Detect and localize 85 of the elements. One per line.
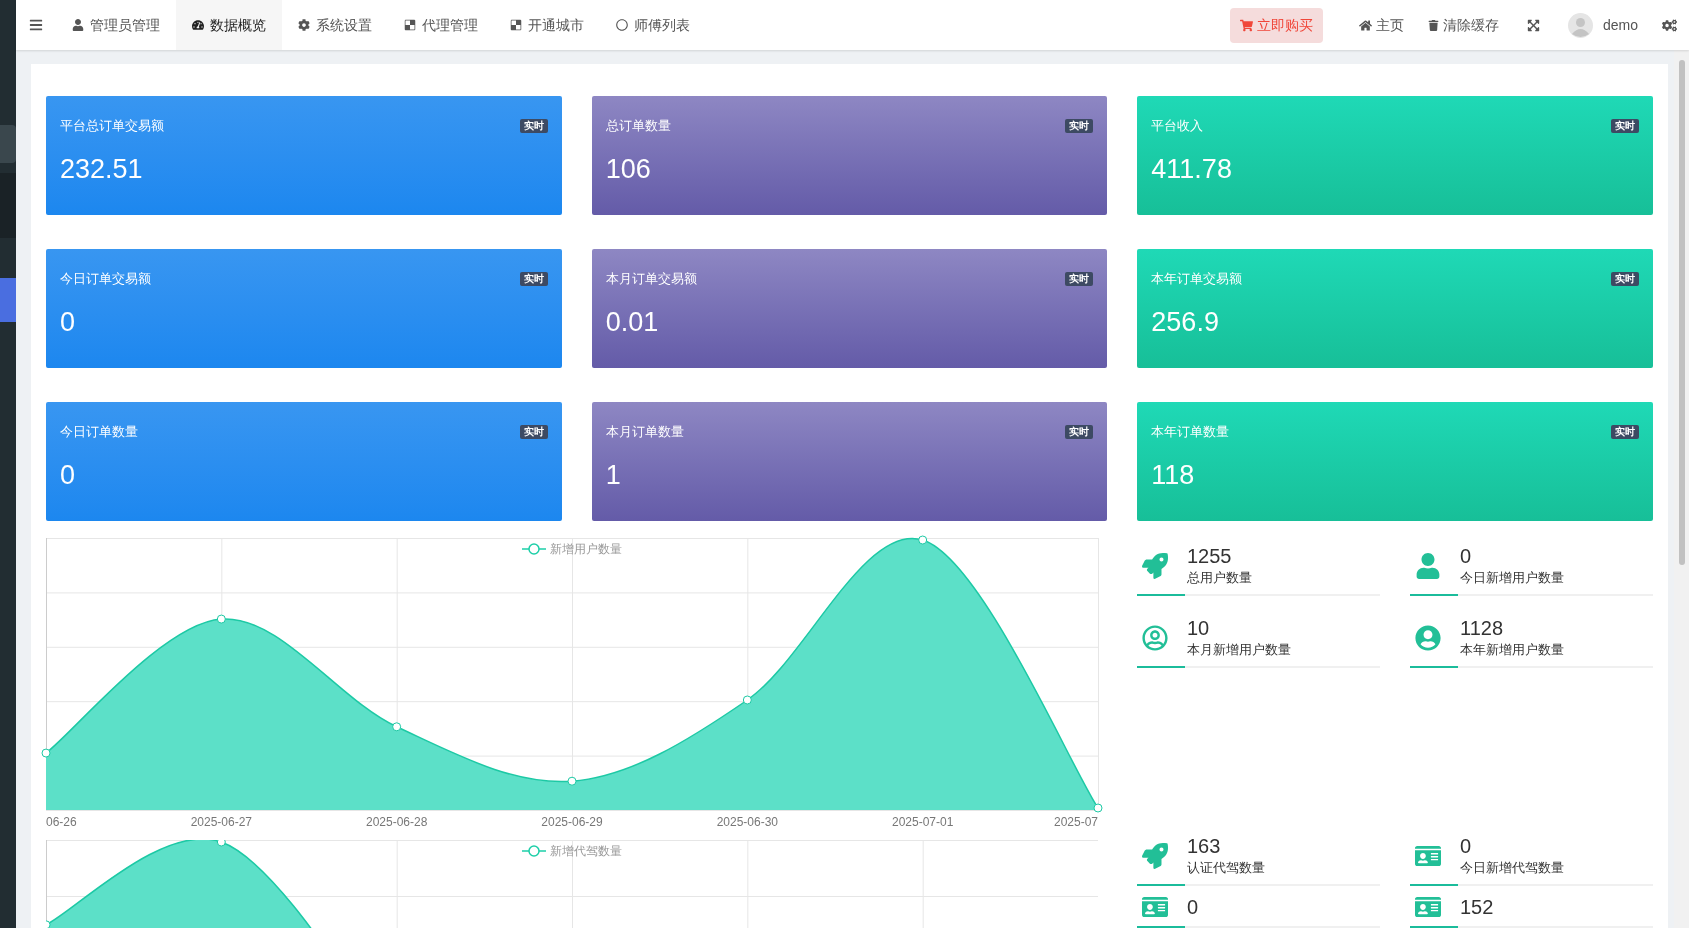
card-title: 平台收入 <box>1151 117 1204 135</box>
clear-cache-link[interactable]: 清除缓存 <box>1415 14 1511 36</box>
card-value: 0 <box>60 305 77 339</box>
live-badge: 实时 <box>1065 424 1094 439</box>
rocket-icon <box>1142 553 1168 579</box>
card-value: 411.78 <box>1151 152 1233 186</box>
stat-label: 今日新增用户数量 <box>1460 569 1564 587</box>
stat-label: 总用户数量 <box>1187 569 1252 587</box>
trash-icon <box>1427 19 1439 31</box>
live-badge: 实时 <box>1611 424 1639 439</box>
nav-tab[interactable]: 师傅列表 <box>600 0 706 50</box>
id-card-icon <box>1415 843 1441 869</box>
data-point <box>216 840 226 847</box>
data-point <box>41 748 51 758</box>
id-card-icon <box>1415 894 1441 920</box>
user-menu[interactable]: demo <box>1555 12 1650 38</box>
nav-tab[interactable]: 系统设置 <box>282 0 388 50</box>
card-title: 本月订单交易额 <box>605 270 697 288</box>
legend-label: 新增用户数量 <box>550 541 622 558</box>
card-value: 0.01 <box>605 305 660 339</box>
live-badge: 实时 <box>519 424 548 439</box>
stat-value: 152 <box>1460 895 1494 919</box>
stat-value: 1128 <box>1460 616 1504 640</box>
nav-tab[interactable]: 开通城市 <box>494 0 600 50</box>
nav-tab[interactable]: 数据概览 <box>176 0 282 50</box>
axis-label: 2025-07 <box>1053 815 1098 829</box>
card-title: 本年订单数量 <box>1151 423 1230 441</box>
user-icon <box>72 19 84 31</box>
cart-icon <box>1239 18 1253 32</box>
card-title: 今日订单交易额 <box>60 270 151 288</box>
data-point <box>918 535 928 545</box>
stat-label: 本年新增用户数量 <box>1460 641 1564 659</box>
live-badge: 实时 <box>1065 118 1094 133</box>
card-value: 232.51 <box>60 152 144 186</box>
fullscreen-icon <box>1526 18 1540 32</box>
legend-icon <box>522 543 546 555</box>
data-point <box>567 776 577 786</box>
axis-label: 2025-07-01 <box>891 815 954 829</box>
nav-tab[interactable]: 管理员管理 <box>56 0 176 50</box>
stat-value: 163 <box>1187 834 1222 858</box>
stat-label: 今日新增代驾数量 <box>1460 859 1564 877</box>
card-value: 106 <box>605 152 652 186</box>
id-card-icon <box>1142 894 1168 920</box>
legend-label: 新增代驾数量 <box>550 843 622 860</box>
axis-label: 2025-06-30 <box>716 815 779 829</box>
card-title: 今日订单数量 <box>60 423 138 441</box>
legend-icon <box>522 845 546 857</box>
live-badge: 实时 <box>519 118 548 133</box>
avatar-icon <box>1567 12 1593 38</box>
card-value: 256.9 <box>1151 305 1220 339</box>
home-link[interactable]: 主页 <box>1346 14 1416 36</box>
axis-label: 2025-06-29 <box>541 815 603 829</box>
card-title: 总订单数量 <box>605 117 671 135</box>
data-point <box>392 722 402 732</box>
card-title: 本月订单数量 <box>605 423 684 441</box>
menu-icon <box>29 18 43 32</box>
settings-icon <box>1662 17 1677 33</box>
stat-value: 1255 <box>1187 544 1233 568</box>
live-badge: 实时 <box>519 271 548 286</box>
stat-value: 10 <box>1187 616 1211 640</box>
card-title: 本年订单交易额 <box>1151 270 1243 288</box>
card-value: 1 <box>605 458 622 492</box>
card-value: 118 <box>1151 458 1196 492</box>
data-point <box>216 614 226 624</box>
user-icon <box>1415 553 1441 579</box>
axis-label: 2025-06-28 <box>365 815 428 829</box>
stat-value: 0 <box>1460 834 1473 858</box>
data-point <box>1093 803 1103 813</box>
card-title: 平台总订单交易额 <box>60 117 164 135</box>
axis-label: 06-26 <box>46 815 77 829</box>
live-badge: 实时 <box>1065 271 1094 286</box>
stat-value: 0 <box>1187 895 1199 919</box>
home-icon <box>1358 18 1372 32</box>
settings-icon <box>298 19 310 31</box>
dashboard-icon <box>192 19 204 31</box>
stat-label: 认证代驾数量 <box>1187 859 1265 877</box>
rocket-icon <box>1142 843 1168 869</box>
live-badge: 实时 <box>1611 118 1639 133</box>
card-value: 0 <box>60 458 77 492</box>
stat-label: 本月新增用户数量 <box>1187 641 1291 659</box>
stat-value: 0 <box>1460 544 1473 568</box>
live-badge: 实时 <box>1611 271 1639 286</box>
nav-tab[interactable]: 代理管理 <box>388 0 494 50</box>
axis-label: 2025-06-27 <box>190 815 253 829</box>
data-point <box>742 695 752 705</box>
